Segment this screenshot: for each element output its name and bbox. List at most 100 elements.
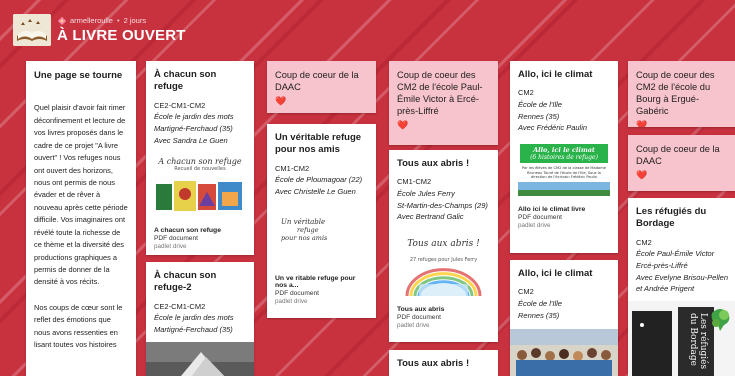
thumb-title: Allo, ici le climat: [533, 145, 595, 154]
school-place: Ercé-près-Liffré: [636, 260, 688, 270]
class-level: CM2: [636, 237, 652, 247]
attachment-source: padlet drive: [397, 321, 430, 329]
attachment-type: PDF document: [518, 213, 562, 221]
thumb-caption: Par les élèves de CM2 de la classe de Ma…: [522, 165, 606, 180]
teacher-name: Avec Frédéric Paulin: [518, 123, 588, 133]
school-name: École de l'Ille: [518, 99, 562, 109]
school-place: Martigné-Ferchaud (35): [154, 123, 233, 133]
post-body: CE2-CM1-CM2 École le jardin des mots Mar…: [146, 295, 254, 336]
post-body: CM1-CM2 École de Ploumagoar (22) Avec Ch…: [267, 157, 376, 198]
rainbow-illustration: [405, 268, 482, 296]
heart-icon: ❤️: [275, 96, 287, 107]
thumb-subtitle: 27 refuges pour Jules Ferry: [409, 256, 478, 263]
school-name: École de l'Ille: [518, 298, 562, 308]
cover-image: [518, 181, 610, 196]
post-card-veritable-refuge[interactable]: Un véritable refuge pour nos amis CM1-CM…: [267, 124, 376, 318]
attachment-source: padlet drive: [154, 243, 187, 251]
book-spine-title: Les réfugiés du Bordage: [688, 312, 708, 369]
pdf-thumbnail[interactable]: Allo, ici le climat (6 histoires de refu…: [518, 139, 610, 203]
post-title: Coup de coeur de la DAAC: [636, 144, 720, 167]
class-level: CE2-CM1-CM2: [154, 301, 206, 311]
post-card-coup-de-coeur-daac[interactable]: Coup de coeur de la DAAC ❤️: [267, 61, 376, 113]
school-name: École le jardin des mots: [154, 112, 234, 122]
post-card-une-page[interactable]: Une page se tourne Quel plaisir d'avoir …: [26, 61, 136, 376]
post-card-allo-climat[interactable]: Allo, ici le climat CM2 École de l'Ille …: [510, 61, 618, 253]
post-title: Coup de coeur des CM2 de l'école Paul-Ém…: [397, 70, 483, 117]
post-card-chacun-refuge[interactable]: À chacun son refuge CE2-CM1-CM2 École le…: [146, 61, 254, 255]
post-card-allo-climat-2[interactable]: Allo, ici le climat CM2 École de l'Ille …: [510, 260, 618, 376]
teacher-name: Avec Bertrand Galic: [397, 212, 464, 222]
post-meta: armelleroulle • 2 jours: [58, 16, 146, 25]
school-place: Rennes (35): [518, 111, 560, 121]
class-level: CE2-CM1-CM2: [154, 100, 206, 110]
heart-icon: ❤️: [636, 170, 648, 181]
thumb-subtitle: Recueil de nouvelles: [174, 166, 226, 173]
class-level: CM1-CM2: [275, 163, 310, 173]
attachment-title[interactable]: Tous aux abris: [389, 303, 498, 313]
photo-thumbnail[interactable]: [146, 341, 254, 376]
post-card-chacun-refuge-2[interactable]: À chacun son refuge-2 CE2-CM1-CM2 École …: [146, 262, 254, 376]
post-card-refugies-bordage[interactable]: Les réfugiés du Bordage CM2 École Paul-É…: [628, 198, 735, 376]
class-photo[interactable]: [510, 329, 618, 376]
pdf-thumbnail[interactable]: A chacun son refuge Recueil de nouvelles: [154, 152, 246, 225]
post-time: 2 jours: [123, 16, 147, 25]
attachment-type: PDF document: [397, 313, 441, 321]
post-title: Coup de coeur des CM2 de l'école du Bour…: [636, 70, 715, 117]
heart-icon: ❤️: [397, 120, 409, 131]
post-card-coup-de-coeur-daac-2[interactable]: Coup de coeur de la DAAC ❤️: [628, 135, 735, 191]
teacher-name: Avec Evelyne Brisou-Pellen et Andrée Pri…: [636, 272, 728, 294]
book-thumbnail[interactable]: Les réfugiés du Bordage: [628, 300, 735, 376]
pdf-thumbnail[interactable]: Tous aux abris ! 27 refuges pour Jules F…: [397, 228, 490, 303]
attachment-title[interactable]: Un ve ritable refuge pour nos a...: [267, 272, 376, 289]
post-body: CM2 École de l'Ille Rennes (35): [510, 280, 618, 321]
attachment-title[interactable]: Allo ici le climat livre: [510, 203, 618, 213]
post-card-tous-aux-abris-2[interactable]: Tous aux abris !: [389, 350, 498, 376]
school-name: École de Ploumagoar (22): [275, 175, 363, 185]
author-name[interactable]: armelleroulle: [70, 16, 113, 25]
post-card-tous-aux-abris[interactable]: Tous aux abris ! CM1-CM2 École Jules Fer…: [389, 150, 498, 342]
board-logo[interactable]: [13, 14, 51, 46]
class-level: CM2: [518, 287, 534, 297]
attachment-source: padlet drive: [275, 297, 308, 305]
heart-icon: ❤️: [636, 120, 648, 127]
post-card-coup-de-coeur-bourg[interactable]: Coup de coeur des CM2 de l'école du Bour…: [628, 61, 735, 127]
post-body: Quel plaisir d'avoir fait rimer déconfin…: [34, 103, 128, 287]
board-header: armelleroulle • 2 jours À LIVRE OUVERT: [0, 0, 735, 56]
thumb-line-2: refuge: [297, 225, 319, 234]
post-title: Les réfugiés du Bordage: [636, 206, 707, 230]
teacher-name: Avec Christelle Le Guen: [275, 186, 356, 196]
class-level: CM2: [518, 88, 534, 98]
board-title: À LIVRE OUVERT: [57, 27, 186, 44]
post-card-coup-de-coeur-cm2-pev[interactable]: Coup de coeur des CM2 de l'école Paul-Ém…: [389, 61, 498, 145]
school-name: École Paul-Émile Victor: [636, 249, 715, 259]
post-title: À chacun son refuge-2: [154, 270, 217, 294]
cover-illustration: [154, 176, 246, 217]
thumb-line-3: pour nos amis: [281, 233, 328, 242]
school-place: Martigné-Ferchaud (35): [154, 324, 233, 334]
post-title: Allo, ici le climat: [518, 268, 593, 279]
post-body: CE2-CM1-CM2 École le jardin des mots Mar…: [146, 94, 254, 147]
post-title: Une page se tourne: [34, 70, 123, 81]
thumb-title: Tous aux abris !: [407, 238, 480, 249]
post-title: Tous aux abris !: [397, 358, 470, 369]
post-title: À chacun son refuge: [154, 69, 217, 93]
pdf-thumbnail[interactable]: Un véritable refuge pour nos amis: [275, 203, 368, 272]
attachment-title[interactable]: A chacun son refuge: [146, 224, 254, 234]
post-body: CM2 École de l'Ille Rennes (35) Avec Fré…: [510, 81, 618, 134]
meta-separator: •: [116, 16, 120, 25]
school-name: École Jules Ferry: [397, 188, 455, 198]
attachment-type: PDF document: [275, 289, 319, 297]
post-body: CM2 École Paul-Émile Victor Ercé-près-Li…: [628, 231, 735, 295]
thumb-banner: Allo, ici le climat (6 histoires de refu…: [520, 143, 608, 163]
post-title: Coup de coeur de la DAAC: [275, 70, 359, 93]
thumb-line-1: Un véritable: [281, 217, 326, 226]
post-body-2: Nos coups de cœur sont le reflet des émo…: [34, 302, 123, 350]
thumb-title: A chacun son refuge: [158, 157, 242, 167]
attachment-source: padlet drive: [518, 221, 551, 229]
thumb-subtitle: (6 histoires de refuge): [530, 153, 598, 161]
class-level: CM1-CM2: [397, 177, 432, 187]
post-title: Un véritable refuge pour nos amis: [275, 132, 362, 156]
book-illustration: [628, 300, 735, 376]
post-title: Allo, ici le climat: [518, 69, 593, 80]
school-place: St-Martin-des-Champs (29): [397, 200, 488, 210]
